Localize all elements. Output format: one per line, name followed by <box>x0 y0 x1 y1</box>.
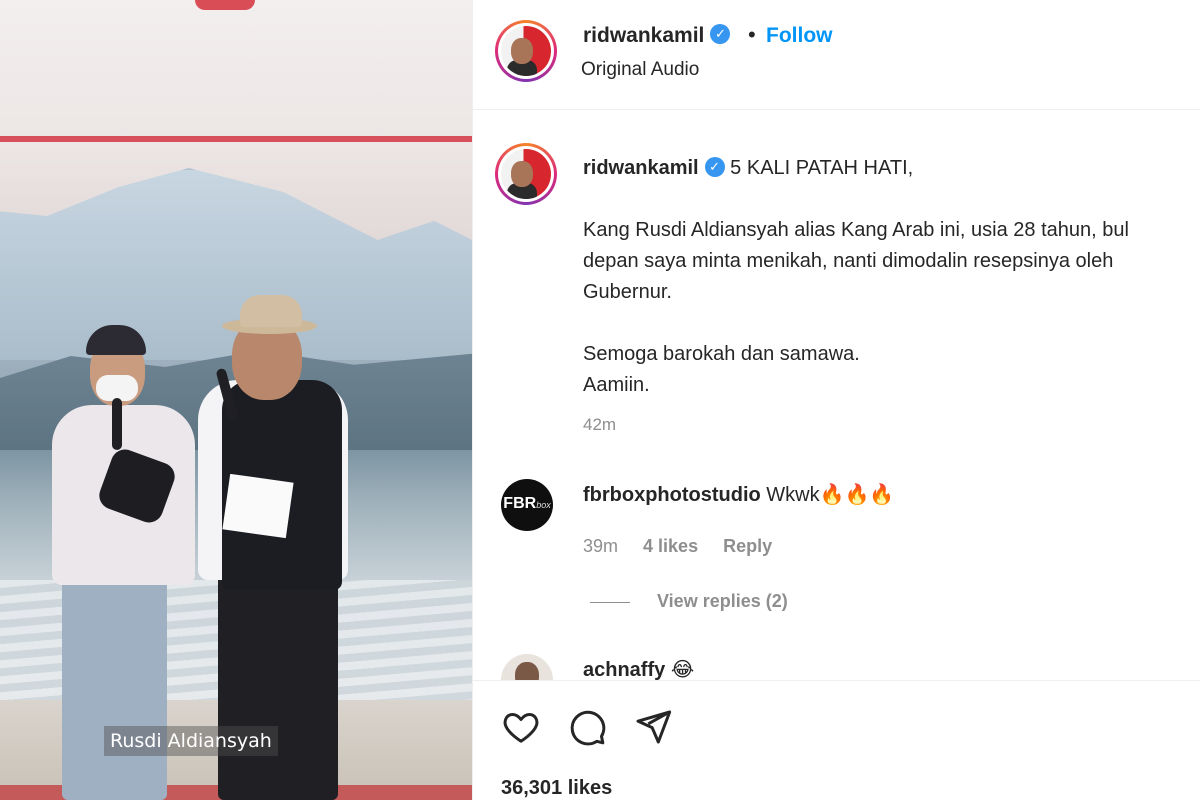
caption-username[interactable]: ridwankamil <box>583 157 699 179</box>
comments-scroll-area[interactable]: ridwankamil ✓ 5 KALI PATAH HATI, Kang Rus… <box>473 111 1200 680</box>
caption-line: Gubernur. <box>583 281 672 303</box>
video-tent-stripe <box>0 120 472 160</box>
post-actions: 36,301 likes <box>473 680 1200 800</box>
caption-line: 5 KALI PATAH HATI, <box>730 157 914 179</box>
author-photo <box>501 26 551 76</box>
replies-divider <box>590 602 630 603</box>
comment-icon[interactable] <box>567 707 607 747</box>
caption-line: Kang Rusdi Aldiansyah alias Kang Arab in… <box>583 219 1129 241</box>
commenter-avatar[interactable] <box>501 654 553 680</box>
person-left-legs <box>62 578 167 800</box>
video-caption: Rusdi Aldiansyah <box>104 726 278 756</box>
verified-icon: ✓ <box>710 24 731 45</box>
video-tent-ribbon <box>195 0 255 10</box>
person-right-paper <box>222 473 294 539</box>
author-username[interactable]: ridwankamil <box>583 24 704 47</box>
share-icon[interactable] <box>633 707 673 747</box>
person-right-legs <box>218 575 338 800</box>
person-right-hat <box>240 295 302 327</box>
author-username-row[interactable]: ridwankamil ✓ <box>583 24 731 48</box>
comment: achnaffy 😂 <box>583 657 694 680</box>
post-detail-pane: ridwankamil ✓ • Follow Original Audio rid… <box>472 0 1200 800</box>
post-caption: ridwankamil ✓ 5 KALI PATAH HATI, Kang Rus… <box>583 153 1200 401</box>
caption-author-avatar[interactable] <box>495 143 557 205</box>
follow-button[interactable]: Follow <box>766 24 833 48</box>
comment-username[interactable]: achnaffy <box>583 659 665 680</box>
caption-author-photo <box>501 149 551 199</box>
caption-first-line: ridwankamil ✓ 5 KALI PATAH HATI, <box>583 153 1200 184</box>
reply-button[interactable]: Reply <box>723 536 772 556</box>
likes-count[interactable]: 36,301 likes <box>501 777 612 800</box>
verified-icon: ✓ <box>704 156 725 177</box>
caption-line: Aamiin. <box>583 374 650 396</box>
post-timestamp[interactable]: 42m <box>583 415 616 435</box>
comment-text: 😂 <box>670 659 695 680</box>
audio-link[interactable]: Original Audio <box>581 59 699 81</box>
comment-likes[interactable]: 4 likes <box>643 536 698 556</box>
comment-username[interactable]: fbrboxphotostudio <box>583 484 761 506</box>
comment-time[interactable]: 39m <box>583 536 618 556</box>
post-header: ridwankamil ✓ • Follow Original Audio <box>473 0 1200 110</box>
author-avatar[interactable] <box>495 20 557 82</box>
commenter-avatar-text: FBR <box>503 495 537 512</box>
caption-line: Semoga barokah dan samawa. <box>583 343 860 365</box>
heart-icon[interactable] <box>501 707 541 747</box>
commenter-avatar-subtext: box <box>536 500 551 510</box>
comment: fbrboxphotostudio Wkwk🔥🔥🔥 <box>583 482 894 507</box>
separator-dot: • <box>748 22 756 47</box>
view-replies-button[interactable]: View replies (2) <box>657 591 788 612</box>
microphone-left <box>112 398 122 450</box>
video-player[interactable]: Rusdi Aldiansyah <box>0 0 472 800</box>
comment-meta: 39m 4 likes Reply <box>583 536 792 557</box>
caption-line-break <box>583 184 1200 215</box>
comment-text: Wkwk🔥🔥🔥 <box>766 484 895 506</box>
commenter-avatar[interactable]: FBRbox <box>501 479 553 531</box>
caption-line-break <box>583 308 1200 339</box>
caption-line: depan saya minta menikah, nanti dimodali… <box>583 250 1114 272</box>
